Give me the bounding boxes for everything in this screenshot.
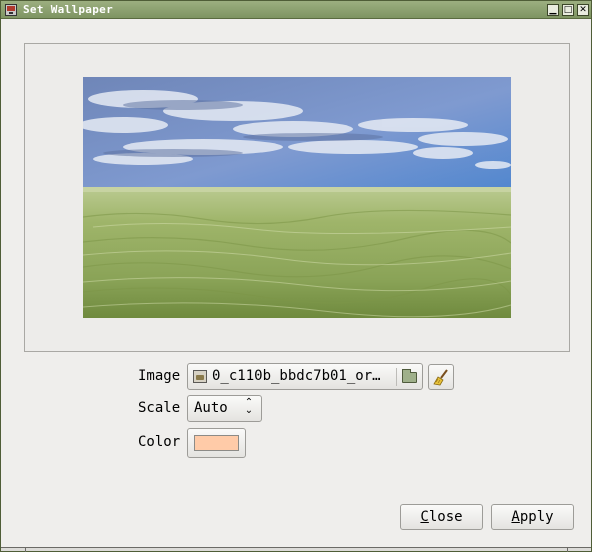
apply-mnemonic: A bbox=[511, 509, 520, 525]
wallpaper-app-icon bbox=[5, 4, 17, 16]
image-file-chooser[interactable]: 0_c110b_bbdc7b01_or… bbox=[187, 363, 423, 390]
minimize-button[interactable]: ▁ bbox=[547, 4, 559, 16]
scale-label: Scale bbox=[138, 400, 181, 416]
window-title: Set Wallpaper bbox=[23, 3, 113, 16]
wallpaper-preview-frame bbox=[24, 43, 570, 352]
image-label: Image bbox=[138, 368, 181, 384]
color-label: Color bbox=[138, 434, 181, 450]
title-bar[interactable]: Set Wallpaper ▁ □ ✕ bbox=[1, 1, 591, 19]
set-wallpaper-dialog: Set Wallpaper ▁ □ ✕ Image 0_c110b_bbdc7b… bbox=[0, 0, 592, 552]
resize-grip-left[interactable] bbox=[25, 548, 26, 552]
scale-value: Auto bbox=[194, 400, 228, 416]
chooser-separator bbox=[396, 368, 397, 386]
close-label-rest: lose bbox=[428, 509, 463, 525]
apply-label-rest: pply bbox=[519, 509, 554, 525]
broom-clear-icon bbox=[433, 369, 448, 386]
clear-image-button[interactable] bbox=[428, 364, 454, 390]
color-swatch bbox=[194, 435, 239, 451]
resize-grip-right[interactable] bbox=[567, 548, 568, 552]
window-bottom-border bbox=[1, 547, 591, 552]
close-button[interactable]: Close bbox=[400, 504, 483, 530]
close-mnemonic: C bbox=[420, 509, 429, 525]
apply-button[interactable]: Apply bbox=[491, 504, 574, 530]
image-file-icon bbox=[193, 370, 207, 383]
maximize-button[interactable]: □ bbox=[562, 4, 574, 16]
window-close-button[interactable]: ✕ bbox=[577, 4, 589, 16]
open-folder-icon bbox=[402, 369, 417, 383]
up-down-arrows-icon: ⌃ ⌄ bbox=[244, 397, 254, 416]
image-filename: 0_c110b_bbdc7b01_or… bbox=[212, 368, 381, 384]
color-picker-button[interactable] bbox=[187, 428, 246, 458]
scale-select[interactable]: Auto ⌃ ⌄ bbox=[187, 395, 262, 422]
wallpaper-preview-image bbox=[83, 77, 511, 318]
